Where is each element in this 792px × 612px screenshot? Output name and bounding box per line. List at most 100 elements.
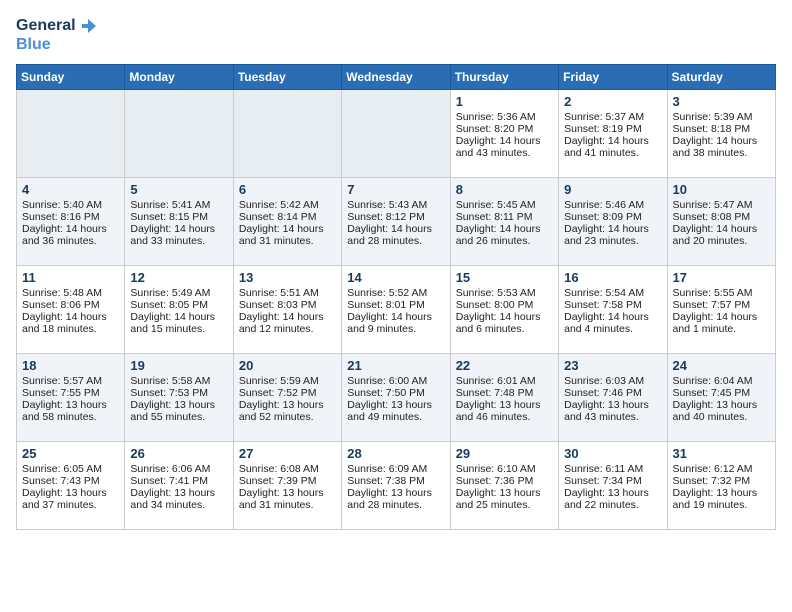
day-info-line: and 55 minutes.	[130, 411, 227, 423]
day-info-line: Sunrise: 5:48 AM	[22, 287, 119, 299]
day-info-line: and 40 minutes.	[673, 411, 770, 423]
day-info-line: Sunset: 7:50 PM	[347, 387, 444, 399]
day-info-line: Sunrise: 5:37 AM	[564, 111, 661, 123]
week-row-2: 4Sunrise: 5:40 AMSunset: 8:16 PMDaylight…	[17, 177, 776, 265]
day-info-line: Sunset: 7:41 PM	[130, 475, 227, 487]
day-info-line: Sunset: 7:32 PM	[673, 475, 770, 487]
calendar-cell: 14 Sunrise: 5:52 AMSunset: 8:01 PMDayligh…	[342, 265, 450, 353]
week-row-5: 25Sunrise: 6:05 AMSunset: 7:43 PMDayligh…	[17, 441, 776, 529]
day-info-line: Sunrise: 5:52 AM	[347, 287, 444, 299]
day-info-line: Sunset: 7:38 PM	[347, 475, 444, 487]
day-info-line: Daylight: 14 hours	[239, 223, 336, 235]
day-info-line: Sunset: 8:08 PM	[673, 211, 770, 223]
calendar-cell: 26Sunrise: 6:06 AMSunset: 7:41 PMDayligh…	[125, 441, 233, 529]
day-info-line: Sunset: 8:15 PM	[130, 211, 227, 223]
day-number: 26	[130, 446, 227, 461]
day-info-line: Sunrise: 5:36 AM	[456, 111, 553, 123]
day-info-line: Daylight: 13 hours	[564, 487, 661, 499]
day-number: 29	[456, 446, 553, 461]
day-number: 12	[130, 270, 227, 285]
calendar-cell: 13Sunrise: 5:51 AMSunset: 8:03 PMDayligh…	[233, 265, 341, 353]
calendar-cell: 1Sunrise: 5:36 AMSunset: 8:20 PMDaylight…	[450, 89, 558, 177]
day-number: 27	[239, 446, 336, 461]
day-info-line: Daylight: 14 hours	[456, 223, 553, 235]
day-number: 21	[347, 358, 444, 373]
day-info-line: Sunset: 8:14 PM	[239, 211, 336, 223]
day-info-line: Sunrise: 5:39 AM	[673, 111, 770, 123]
day-info-line: and 6 minutes.	[456, 323, 553, 335]
day-info-line: Sunrise: 5:40 AM	[22, 199, 119, 211]
day-info-line: Daylight: 14 hours	[673, 311, 770, 323]
day-info-line: Sunrise: 6:06 AM	[130, 463, 227, 475]
day-info-line: Sunset: 8:11 PM	[456, 211, 553, 223]
day-number: 5	[130, 182, 227, 197]
day-info-line: Sunset: 8:06 PM	[22, 299, 119, 311]
day-number: 4	[22, 182, 119, 197]
day-info-line: Sunset: 7:36 PM	[456, 475, 553, 487]
calendar-cell: 22Sunrise: 6:01 AMSunset: 7:48 PMDayligh…	[450, 353, 558, 441]
day-info-line: Sunset: 7:57 PM	[673, 299, 770, 311]
header-row: SundayMondayTuesdayWednesdayThursdayFrid…	[17, 64, 776, 89]
day-info-line: Sunrise: 6:12 AM	[673, 463, 770, 475]
day-info-line: Daylight: 13 hours	[456, 487, 553, 499]
day-info-line: Sunset: 8:01 PM	[347, 299, 444, 311]
calendar-cell: 12Sunrise: 5:49 AMSunset: 8:05 PMDayligh…	[125, 265, 233, 353]
day-info-line: Sunset: 7:45 PM	[673, 387, 770, 399]
day-info-line: Sunrise: 5:45 AM	[456, 199, 553, 211]
day-info-line: Sunrise: 5:43 AM	[347, 199, 444, 211]
day-info-line: Sunrise: 5:55 AM	[673, 287, 770, 299]
calendar-cell: 28Sunrise: 6:09 AMSunset: 7:38 PMDayligh…	[342, 441, 450, 529]
day-number: 13	[239, 270, 336, 285]
day-info-line: Sunrise: 5:51 AM	[239, 287, 336, 299]
day-info-line: Sunrise: 5:41 AM	[130, 199, 227, 211]
day-info-line: Sunset: 7:53 PM	[130, 387, 227, 399]
day-info-line: Sunset: 8:19 PM	[564, 123, 661, 135]
day-info-line: and 23 minutes.	[564, 235, 661, 247]
day-info-line: Daylight: 14 hours	[564, 223, 661, 235]
day-info-line: Daylight: 13 hours	[239, 399, 336, 411]
day-info-line: Daylight: 14 hours	[564, 311, 661, 323]
day-info-line: Daylight: 14 hours	[347, 311, 444, 323]
day-info-line: and 9 minutes.	[347, 323, 444, 335]
day-info-line: Sunrise: 6:10 AM	[456, 463, 553, 475]
day-number: 31	[673, 446, 770, 461]
day-info-line: Sunrise: 5:59 AM	[239, 375, 336, 387]
calendar-cell: 21Sunrise: 6:00 AMSunset: 7:50 PMDayligh…	[342, 353, 450, 441]
day-number: 2	[564, 94, 661, 109]
calendar-cell: 31Sunrise: 6:12 AMSunset: 7:32 PMDayligh…	[667, 441, 775, 529]
calendar-cell: 25Sunrise: 6:05 AMSunset: 7:43 PMDayligh…	[17, 441, 125, 529]
day-info-line: Daylight: 14 hours	[22, 311, 119, 323]
day-info-line: Sunrise: 6:08 AM	[239, 463, 336, 475]
day-number: 6	[239, 182, 336, 197]
calendar-cell: 17Sunrise: 5:55 AMSunset: 7:57 PMDayligh…	[667, 265, 775, 353]
day-number: 14	[347, 270, 444, 285]
day-info-line: Sunrise: 6:05 AM	[22, 463, 119, 475]
day-info-line: and 25 minutes.	[456, 499, 553, 511]
day-header-tuesday: Tuesday	[233, 64, 341, 89]
day-number: 3	[673, 94, 770, 109]
calendar-cell: 11Sunrise: 5:48 AMSunset: 8:06 PMDayligh…	[17, 265, 125, 353]
day-info-line: Daylight: 14 hours	[239, 311, 336, 323]
page-header: General Blue	[16, 16, 776, 54]
day-number: 22	[456, 358, 553, 373]
day-info-line: Daylight: 13 hours	[130, 399, 227, 411]
calendar-cell: 3Sunrise: 5:39 AMSunset: 8:18 PMDaylight…	[667, 89, 775, 177]
day-info-line: and 33 minutes.	[130, 235, 227, 247]
day-number: 24	[673, 358, 770, 373]
day-info-line: Sunrise: 5:57 AM	[22, 375, 119, 387]
calendar-cell: 29 Sunrise: 6:10 AMSunset: 7:36 PMDayligh…	[450, 441, 558, 529]
day-number: 23	[564, 358, 661, 373]
day-number: 9	[564, 182, 661, 197]
day-info-line: and 15 minutes.	[130, 323, 227, 335]
day-info-line: Sunset: 7:43 PM	[22, 475, 119, 487]
calendar-cell	[342, 89, 450, 177]
calendar-cell: 4Sunrise: 5:40 AMSunset: 8:16 PMDaylight…	[17, 177, 125, 265]
calendar-cell: 19Sunrise: 5:58 AMSunset: 7:53 PMDayligh…	[125, 353, 233, 441]
calendar-cell	[17, 89, 125, 177]
day-info-line: and 31 minutes.	[239, 235, 336, 247]
day-info-line: and 49 minutes.	[347, 411, 444, 423]
calendar-cell	[125, 89, 233, 177]
day-info-line: and 12 minutes.	[239, 323, 336, 335]
day-info-line: and 37 minutes.	[22, 499, 119, 511]
day-number: 19	[130, 358, 227, 373]
